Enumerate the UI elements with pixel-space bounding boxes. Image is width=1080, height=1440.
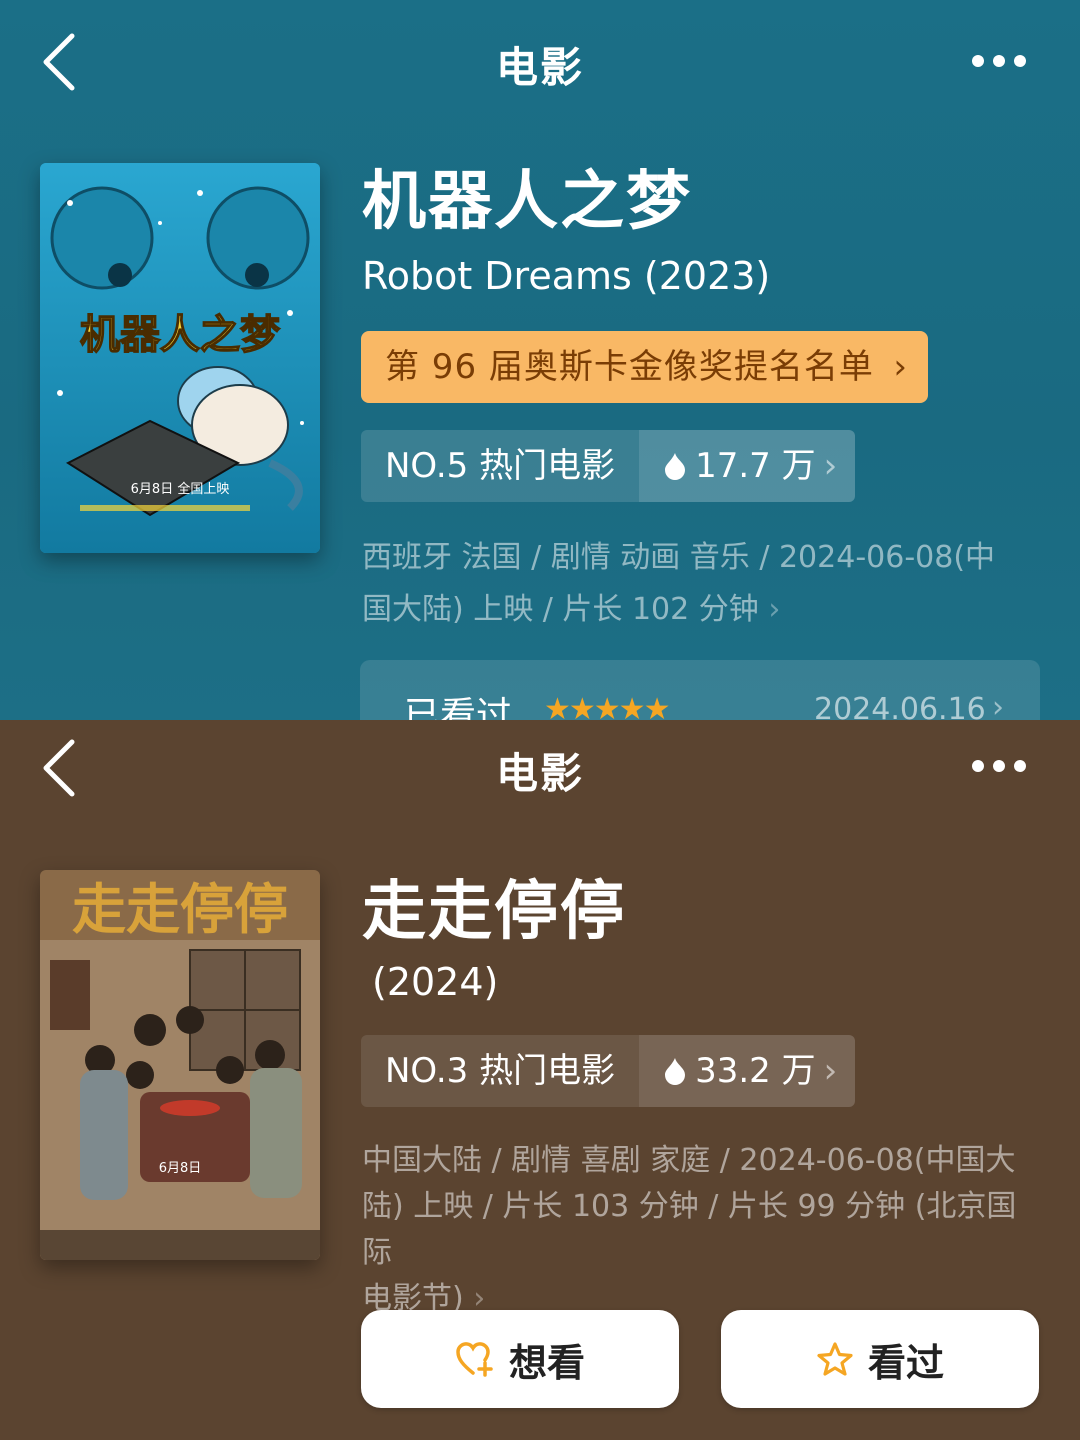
page-title: 电影	[495, 749, 584, 798]
chevron-right-icon: ›	[992, 690, 1004, 720]
heart-plus-icon	[456, 1342, 493, 1377]
poster-art-robot-dreams: 机器人之梦 6月8日 全国上映	[40, 163, 320, 553]
watched-record-bar[interactable]: 已看过 ★★★★★ 2024.06.16 ›	[360, 660, 1040, 720]
poster-art-zou-zou-ting-ting: 走走停停 6月8日	[40, 870, 320, 1260]
award-nomination-banner[interactable]: 第 96 届奥斯卡金像奖提名名单 ›	[361, 331, 928, 403]
poster-date-text: 6月8日	[159, 1161, 202, 1176]
movie-year: (2024)	[372, 960, 499, 1004]
chevron-right-icon: ›	[893, 347, 908, 387]
movie-meta-info[interactable]: 西班牙 法国 / 剧情 动画 音乐 / 2024-06-08(中 国大陆) 上映…	[362, 532, 1042, 636]
movie-title-zh: 走走停停	[362, 875, 626, 949]
rank-label: NO.5 热门电影	[361, 430, 640, 502]
watched-label: 已看过	[404, 695, 513, 720]
chevron-right-icon: ›	[823, 1051, 838, 1091]
award-banner-label: 第 96 届奥斯卡金像奖提名名单	[385, 347, 874, 387]
watched-button[interactable]: 看过	[721, 1310, 1039, 1408]
chevron-right-icon: ›	[823, 446, 838, 486]
chevron-right-icon: ›	[768, 592, 781, 627]
flame-icon	[665, 1058, 686, 1085]
heat-count: 33.2 万 ›	[639, 1035, 856, 1107]
meta-line-1: 中国大陆 / 剧情 喜剧 家庭 / 2024-06-08(中国大	[362, 1143, 1016, 1178]
more-icon[interactable]	[970, 757, 1028, 775]
movie-poster[interactable]: 走走停停 6月8日	[40, 870, 320, 1260]
movie-panel-zou-zou-ting-ting: 电影 走走停停 6月8日 走走停停 (2024) NO.3 热门电影 33.2 …	[0, 720, 1080, 1440]
star-icon	[817, 1342, 853, 1376]
poster-title-text: 机器人之梦	[80, 312, 280, 358]
heat-value: 17.7 万	[695, 446, 816, 486]
poster-title-text: 走走停停	[72, 877, 288, 941]
watched-date: 2024.06.16	[814, 692, 986, 720]
nav-bar: 电影	[0, 720, 1080, 844]
more-icon[interactable]	[970, 52, 1028, 70]
flame-icon	[665, 453, 686, 480]
movie-poster[interactable]: 机器人之梦 6月8日 全国上映	[40, 163, 320, 553]
hot-rank-pill[interactable]: NO.5 热门电影 17.7 万 ›	[361, 430, 856, 502]
page-title: 电影	[495, 43, 584, 92]
movie-title-zh: 机器人之梦	[362, 165, 692, 239]
want-button-label: 想看	[508, 1340, 585, 1385]
movie-meta-info[interactable]: 中国大陆 / 剧情 喜剧 家庭 / 2024-06-08(中国大 陆) 上映 /…	[362, 1138, 1042, 1322]
watched-button-label: 看过	[867, 1340, 944, 1385]
poster-release-text: 6月8日 全国上映	[131, 481, 230, 497]
rating-stars: ★★★★★	[544, 692, 670, 720]
meta-line-1: 西班牙 法国 / 剧情 动画 音乐 / 2024-06-08(中	[362, 540, 996, 575]
rank-label: NO.3 热门电影	[361, 1035, 640, 1107]
movie-panel-robot-dreams: 电影 机器人之梦 6月8日 全国上映 机器人之梦 Robot Dreams (2…	[0, 0, 1080, 720]
heat-value: 33.2 万	[695, 1051, 816, 1091]
meta-line-2: 陆) 上映 / 片长 103 分钟 / 片长 99 分钟 (北京国际	[362, 1189, 1017, 1270]
movie-title-en: Robot Dreams (2023)	[362, 254, 771, 298]
nav-bar: 电影	[0, 0, 1080, 124]
want-to-watch-button[interactable]: 想看	[361, 1310, 679, 1408]
heat-count: 17.7 万 ›	[639, 430, 856, 502]
hot-rank-pill[interactable]: NO.3 热门电影 33.2 万 ›	[361, 1035, 856, 1107]
meta-line-2: 国大陆) 上映 / 片长 102 分钟	[362, 592, 759, 627]
